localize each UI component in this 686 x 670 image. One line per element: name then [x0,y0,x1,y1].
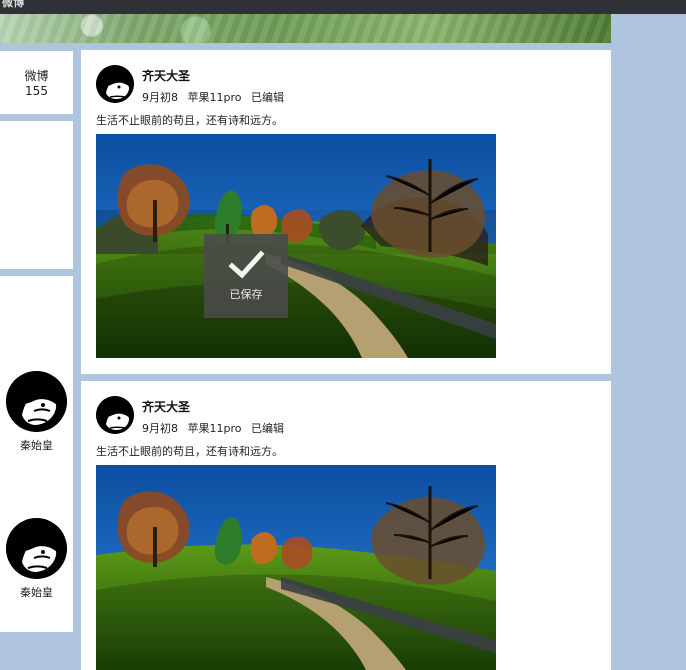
top-bar: 微博 [0,0,686,14]
people-card: 秦始皇 秦始皇 [0,276,73,632]
post-card: 齐天大圣 9月初8 苹果11pro 已编辑 生活不止眼前的苟且，还有诗和远方。 [81,50,611,374]
anime-avatar-icon[interactable] [6,518,67,579]
post-meta: 9月初8 苹果11pro 已编辑 [142,89,284,105]
person-name[interactable]: 秦始皇 [0,437,73,453]
post-author[interactable]: 齐天大圣 [142,67,190,84]
stats-count: 155 [25,84,48,98]
anime-avatar-icon[interactable] [6,371,67,432]
toast-text: 已保存 [229,288,263,301]
post-date: 9月初8 [142,422,178,435]
author-avatar-icon[interactable] [96,65,134,103]
post-edited: 已编辑 [251,91,284,104]
post-meta: 9月初8 苹果11pro 已编辑 [142,420,284,436]
check-icon [228,250,265,279]
stats-label: 微博 [24,69,49,83]
landscape-photo[interactable] [96,465,496,670]
post-card: 齐天大圣 9月初8 苹果11pro 已编辑 生活不止眼前的苟且，还有诗和远方。 [81,381,611,670]
post-content: 生活不止眼前的苟且，还有诗和远方。 [96,445,283,458]
landscape-photo[interactable]: 已保存 [96,134,496,358]
banner-image [0,14,611,43]
post-author[interactable]: 齐天大圣 [142,398,190,415]
post-edited: 已编辑 [251,422,284,435]
post-content: 生活不止眼前的苟且，还有诗和远方。 [96,114,283,127]
post-device: 苹果11pro [187,422,242,435]
post-device: 苹果11pro [187,91,242,104]
post-date: 9月初8 [142,91,178,104]
author-avatar-icon[interactable] [96,396,134,434]
stats-card: 微博 155 [0,51,73,114]
saved-toast: 已保存 [204,234,288,318]
person-name[interactable]: 秦始皇 [0,584,73,600]
window-title: 微博 [2,0,25,9]
blank-card [0,121,73,269]
